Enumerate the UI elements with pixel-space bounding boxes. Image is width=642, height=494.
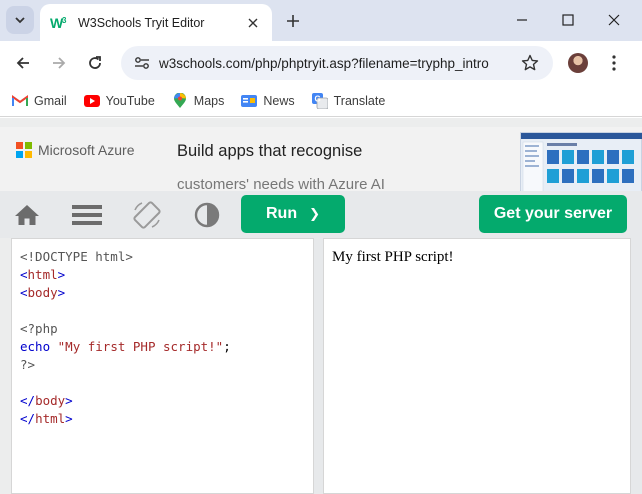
- bookmark-label: YouTube: [105, 93, 155, 108]
- microsoft-logo-icon: [16, 142, 32, 158]
- forward-button[interactable]: [45, 49, 73, 77]
- menu-icon[interactable]: [72, 200, 102, 230]
- tab-search-button[interactable]: [6, 6, 34, 34]
- new-tab-button[interactable]: [282, 10, 304, 32]
- browser-titlebar: W3 W3Schools Tryit Editor: [0, 0, 642, 41]
- browser-toolbar: w3schools.com/php/phptryit.asp?filename=…: [0, 41, 642, 85]
- translate-icon: G: [311, 92, 328, 109]
- code-line: <!DOCTYPE html>: [20, 249, 133, 264]
- bookmark-gmail[interactable]: Gmail: [12, 93, 67, 109]
- advertisement-banner[interactable]: Microsoft Azure Build apps that recognis…: [0, 127, 642, 191]
- bookmark-label: Maps: [193, 93, 225, 108]
- bookmarks-bar: Gmail YouTube Maps News G Translate: [0, 85, 642, 117]
- panel-resize-handle[interactable]: [314, 238, 323, 494]
- site-info-icon[interactable]: [129, 50, 155, 76]
- ad-screenshot-image: [520, 132, 642, 191]
- browser-tab-active[interactable]: W3 W3Schools Tryit Editor: [40, 4, 272, 41]
- dark-mode-toggle-icon[interactable]: [192, 200, 222, 230]
- close-window-button[interactable]: [599, 8, 629, 32]
- more-vertical-icon: [612, 55, 616, 71]
- get-your-server-label: Get your server: [493, 205, 613, 222]
- close-icon: [608, 14, 620, 26]
- code-content[interactable]: <!DOCTYPE html> <html> <body> <?php echo…: [20, 248, 313, 428]
- reload-icon: [89, 56, 101, 69]
- maximize-icon: [562, 14, 574, 26]
- arrow-left-icon: [16, 57, 29, 69]
- home-icon[interactable]: [12, 200, 42, 230]
- plus-icon: [287, 15, 299, 27]
- youtube-icon: [83, 93, 100, 109]
- minimize-icon: [517, 19, 527, 21]
- get-your-server-button[interactable]: Get your server: [479, 195, 627, 233]
- bookmark-maps[interactable]: Maps: [172, 92, 225, 109]
- code-line: </html>: [20, 411, 73, 426]
- code-editor[interactable]: <!DOCTYPE html> <html> <body> <?php echo…: [11, 238, 314, 494]
- svg-text:3: 3: [62, 16, 67, 25]
- ad-subline: customers' needs with Azure AI: [177, 176, 385, 191]
- gmail-icon: [12, 93, 28, 109]
- w3schools-favicon-icon: W3: [50, 14, 68, 32]
- run-button[interactable]: Run ❯: [241, 195, 345, 233]
- bookmark-translate[interactable]: G Translate: [311, 92, 386, 109]
- chevron-down-icon: [15, 17, 25, 24]
- rotate-layout-icon[interactable]: [132, 200, 162, 230]
- tab-title: W3Schools Tryit Editor: [78, 15, 205, 30]
- address-bar[interactable]: w3schools.com/php/phptryit.asp?filename=…: [121, 46, 553, 80]
- tab-close-icon[interactable]: [244, 14, 262, 32]
- bookmark-label: Gmail: [34, 93, 67, 108]
- microsoft-azure-logo: Microsoft Azure: [16, 142, 134, 158]
- page-content: Microsoft Azure Build apps that recognis…: [0, 118, 642, 494]
- maximize-button[interactable]: [553, 8, 583, 32]
- code-line-echo: echo "My first PHP script!";: [20, 339, 231, 354]
- bookmark-youtube[interactable]: YouTube: [83, 93, 155, 109]
- url-text[interactable]: w3schools.com/php/phptryit.asp?filename=…: [159, 56, 517, 71]
- code-line: <?php: [20, 321, 58, 336]
- code-line: <html>: [20, 267, 66, 282]
- output-text: My first PHP script!: [332, 249, 454, 265]
- news-icon: [241, 93, 258, 109]
- bookmark-label: News: [263, 93, 295, 108]
- result-frame: My first PHP script!: [323, 238, 631, 494]
- code-line: </body>: [20, 393, 73, 408]
- bookmark-news[interactable]: News: [241, 93, 295, 109]
- svg-text:G: G: [314, 94, 320, 103]
- code-line: ?>: [20, 357, 36, 372]
- bookmark-star-icon[interactable]: [517, 50, 543, 76]
- code-line: <body>: [20, 285, 66, 300]
- maps-icon: [172, 92, 188, 109]
- ad-headline: Build apps that recognise: [177, 142, 363, 160]
- tryit-toolbar: Run ❯ Get your server: [0, 191, 642, 238]
- arrow-right-icon: [53, 57, 66, 69]
- reload-button[interactable]: [81, 49, 109, 77]
- run-button-label: Run: [265, 205, 298, 222]
- minimize-button[interactable]: [507, 8, 537, 32]
- back-button[interactable]: [9, 49, 37, 77]
- chevron-right-icon: ❯: [309, 206, 320, 221]
- browser-menu-button[interactable]: [604, 51, 624, 75]
- page-right-margin: [631, 238, 642, 494]
- profile-avatar[interactable]: [568, 53, 588, 73]
- ad-brand: Microsoft Azure: [38, 142, 135, 158]
- bookmark-label: Translate: [333, 93, 386, 108]
